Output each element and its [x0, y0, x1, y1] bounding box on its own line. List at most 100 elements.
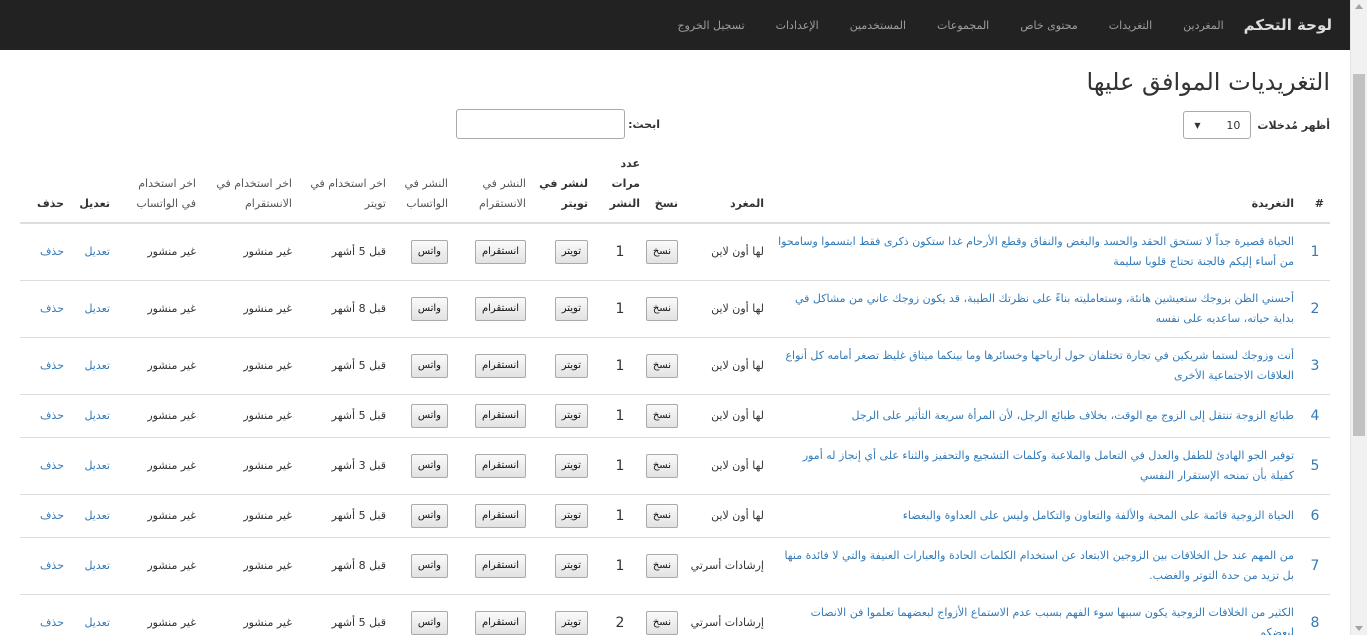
row-last-whatsapp: غير منشور	[116, 593, 202, 635]
post-whatsapp-button[interactable]: واتس	[410, 296, 448, 321]
row-tweeter: إرشادات أسرتي	[684, 593, 770, 635]
row-tweeter: لها أون لاين	[684, 279, 770, 337]
col-header-tweet[interactable]: التغريدة	[770, 150, 1300, 224]
row-tweet-text[interactable]: من المهم عند حل الخلافات بين الزوجين الا…	[770, 536, 1300, 594]
post-instagram-button[interactable]: انستقرام	[474, 296, 526, 321]
post-twitter-button[interactable]: تويتر	[554, 239, 588, 264]
post-whatsapp-button[interactable]: واتس	[410, 239, 448, 264]
scroll-down-arrow-icon[interactable]	[1355, 626, 1363, 631]
row-tweeter: إرشادات أسرتي	[684, 536, 770, 594]
post-twitter-button[interactable]: تويتر	[554, 453, 588, 478]
post-whatsapp-button[interactable]: واتس	[410, 353, 448, 378]
row-post-count: 1	[594, 536, 646, 594]
nav-item-settings[interactable]: الإعدادات	[776, 19, 819, 32]
row-tweet-text[interactable]: توفير الجو الهادئ للطفل والعدل في التعام…	[770, 436, 1300, 494]
post-whatsapp-button[interactable]: واتس	[410, 610, 448, 635]
edit-link[interactable]: تعديل	[70, 222, 116, 280]
col-header-instagram[interactable]: النشر في الانستقرام	[454, 150, 532, 224]
row-last-instagram: غير منشور	[202, 393, 298, 437]
row-last-whatsapp: غير منشور	[116, 222, 202, 280]
row-tweet-text[interactable]: الكثير من الخلافات الزوجية يكون سببها سو…	[770, 593, 1300, 635]
nav-item-tweeters[interactable]: المغردين	[1183, 19, 1223, 32]
row-tweet-text[interactable]: طبائع الزوجة تنتقل إلى الزوج مع الوقت، ب…	[770, 393, 1300, 437]
col-header-last-twitter[interactable]: اخر استخدام في تويتر	[298, 150, 392, 224]
post-instagram-button[interactable]: انستقرام	[474, 353, 526, 378]
nav-item-groups[interactable]: المجموعات	[937, 19, 989, 32]
post-instagram-button[interactable]: انستقرام	[474, 503, 526, 528]
delete-link[interactable]: حذف	[20, 593, 70, 635]
delete-link[interactable]: حذف	[20, 493, 70, 537]
edit-link[interactable]: تعديل	[70, 536, 116, 594]
col-header-tweeter[interactable]: المغرد	[684, 150, 770, 224]
post-twitter-button[interactable]: تويتر	[554, 553, 588, 578]
delete-link[interactable]: حذف	[20, 279, 70, 337]
row-tweeter: لها أون لاين	[684, 336, 770, 394]
nav-item-logout[interactable]: تسجيل الخروج	[678, 19, 745, 32]
search-input[interactable]	[456, 109, 626, 139]
row-last-instagram: غير منشور	[202, 279, 298, 337]
entries-length-value: 10	[1226, 118, 1241, 132]
copy-button[interactable]: نسخ	[645, 403, 678, 428]
copy-button[interactable]: نسخ	[645, 353, 678, 378]
col-header-last-whatsapp[interactable]: اخر استخدام في الواتساب	[116, 150, 202, 224]
scroll-up-arrow-icon[interactable]	[1355, 4, 1363, 9]
delete-link[interactable]: حذف	[20, 222, 70, 280]
nav-item-tweets[interactable]: التغريدات	[1109, 19, 1152, 32]
post-twitter-button[interactable]: تويتر	[554, 503, 588, 528]
post-twitter-button[interactable]: تويتر	[554, 296, 588, 321]
edit-link[interactable]: تعديل	[70, 593, 116, 635]
row-tweet-text[interactable]: أنت وزوجك لستما شريكين في تجارة تختلفان …	[770, 336, 1300, 394]
col-header-index[interactable]: #	[1300, 150, 1330, 224]
post-whatsapp-button[interactable]: واتس	[410, 453, 448, 478]
post-twitter-button[interactable]: تويتر	[554, 610, 588, 635]
entries-length-select[interactable]: ▼ 10	[1183, 111, 1252, 139]
delete-link[interactable]: حذف	[20, 393, 70, 437]
copy-button[interactable]: نسخ	[645, 239, 678, 264]
col-header-twitter[interactable]: لنشر في تويتر	[532, 150, 594, 224]
post-whatsapp-button[interactable]: واتس	[410, 403, 448, 428]
edit-link[interactable]: تعديل	[70, 336, 116, 394]
copy-button[interactable]: نسخ	[645, 453, 678, 478]
col-header-copy[interactable]: نسخ	[646, 150, 684, 224]
col-header-post-count[interactable]: عدد مرات النشر	[594, 150, 646, 224]
col-header-edit[interactable]: تعديل	[70, 150, 116, 224]
nav-item-users[interactable]: المستخدمين	[850, 19, 906, 32]
post-whatsapp-button[interactable]: واتس	[410, 503, 448, 528]
row-tweet-text[interactable]: أحسني الظن بزوجك ستعيشين هانئة، وستعاملي…	[770, 279, 1300, 337]
copy-button[interactable]: نسخ	[645, 296, 678, 321]
post-whatsapp-button[interactable]: واتس	[410, 553, 448, 578]
post-instagram-button[interactable]: انستقرام	[474, 403, 526, 428]
delete-link[interactable]: حذف	[20, 536, 70, 594]
post-instagram-button[interactable]: انستقرام	[474, 553, 526, 578]
entries-length-control: أظهر مُدخلات ▼ 10	[1183, 111, 1330, 139]
post-twitter-button[interactable]: تويتر	[554, 403, 588, 428]
col-header-delete[interactable]: حذف	[20, 150, 70, 224]
navbar-brand[interactable]: لوحة التحكم	[1244, 16, 1332, 34]
scroll-thumb[interactable]	[1353, 74, 1365, 436]
post-instagram-button[interactable]: انستقرام	[474, 453, 526, 478]
post-instagram-button[interactable]: انستقرام	[474, 610, 526, 635]
row-tweeter: لها أون لاين	[684, 436, 770, 494]
nav-item-private-content[interactable]: محتوى خاص	[1020, 19, 1078, 32]
post-instagram-button[interactable]: انستقرام	[474, 239, 526, 264]
page-scrollbar[interactable]	[1350, 0, 1367, 635]
copy-button[interactable]: نسخ	[645, 610, 678, 635]
row-last-whatsapp: غير منشور	[116, 279, 202, 337]
row-tweet-text[interactable]: الحياة الزوجية قائمة على المحبة والألفة …	[770, 493, 1300, 537]
row-tweet-text[interactable]: الحياة قصيرة جداً لا تستحق الحقد والحسد …	[770, 222, 1300, 280]
copy-button[interactable]: نسخ	[645, 503, 678, 528]
row-index: 3	[1300, 336, 1330, 394]
copy-button[interactable]: نسخ	[645, 553, 678, 578]
table-row: 4 طبائع الزوجة تنتقل إلى الزوج مع الوقت،…	[20, 393, 1330, 437]
edit-link[interactable]: تعديل	[70, 436, 116, 494]
col-header-last-instagram[interactable]: اخر استخدام في الانستقرام	[202, 150, 298, 224]
post-twitter-button[interactable]: تويتر	[554, 353, 588, 378]
row-last-whatsapp: غير منشور	[116, 493, 202, 537]
edit-link[interactable]: تعديل	[70, 279, 116, 337]
delete-link[interactable]: حذف	[20, 436, 70, 494]
row-last-instagram: غير منشور	[202, 222, 298, 280]
edit-link[interactable]: تعديل	[70, 393, 116, 437]
delete-link[interactable]: حذف	[20, 336, 70, 394]
edit-link[interactable]: تعديل	[70, 493, 116, 537]
col-header-whatsapp[interactable]: النشر في الواتساب	[392, 150, 454, 224]
